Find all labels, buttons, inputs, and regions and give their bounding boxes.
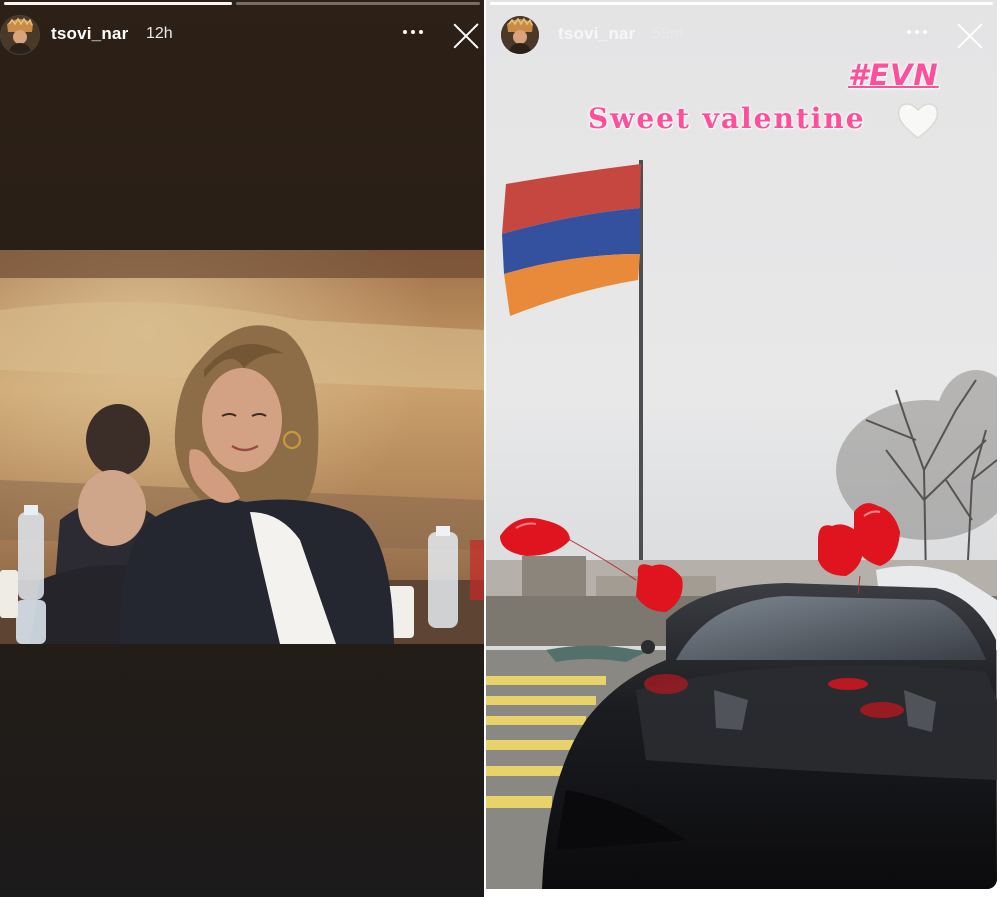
avatar[interactable]	[501, 16, 539, 54]
more-horizontal-icon[interactable]	[904, 30, 930, 38]
close-icon[interactable]	[956, 22, 984, 50]
hashtag-sticker[interactable]: #EVN	[848, 58, 939, 92]
close-icon[interactable]	[452, 22, 480, 50]
white-heart-emoji	[897, 103, 939, 139]
more-horizontal-icon[interactable]	[400, 30, 426, 38]
story-header: tsovi_nar 59m	[486, 10, 997, 56]
username[interactable]: tsovi_nar	[51, 24, 128, 44]
story-progress-segment-1	[4, 2, 232, 5]
story-header: tsovi_nar 12h	[0, 10, 484, 56]
story-progress-segment-2	[236, 2, 480, 5]
username[interactable]: tsovi_nar	[558, 24, 635, 44]
story-panel-right[interactable]: tsovi_nar 59m #EVN Sweet valentine	[486, 0, 997, 889]
story-panel-left[interactable]: tsovi_nar 12h	[0, 0, 484, 897]
time-ago: 59m	[652, 25, 684, 42]
avatar[interactable]	[1, 16, 39, 54]
story-progress-fill-1	[4, 2, 232, 5]
story-photo	[0, 250, 484, 644]
story-progress-fill-1	[490, 2, 993, 5]
time-ago: 12h	[146, 25, 173, 42]
story-progress-segment-1	[490, 2, 993, 5]
caption-sticker: Sweet valentine	[588, 102, 866, 135]
